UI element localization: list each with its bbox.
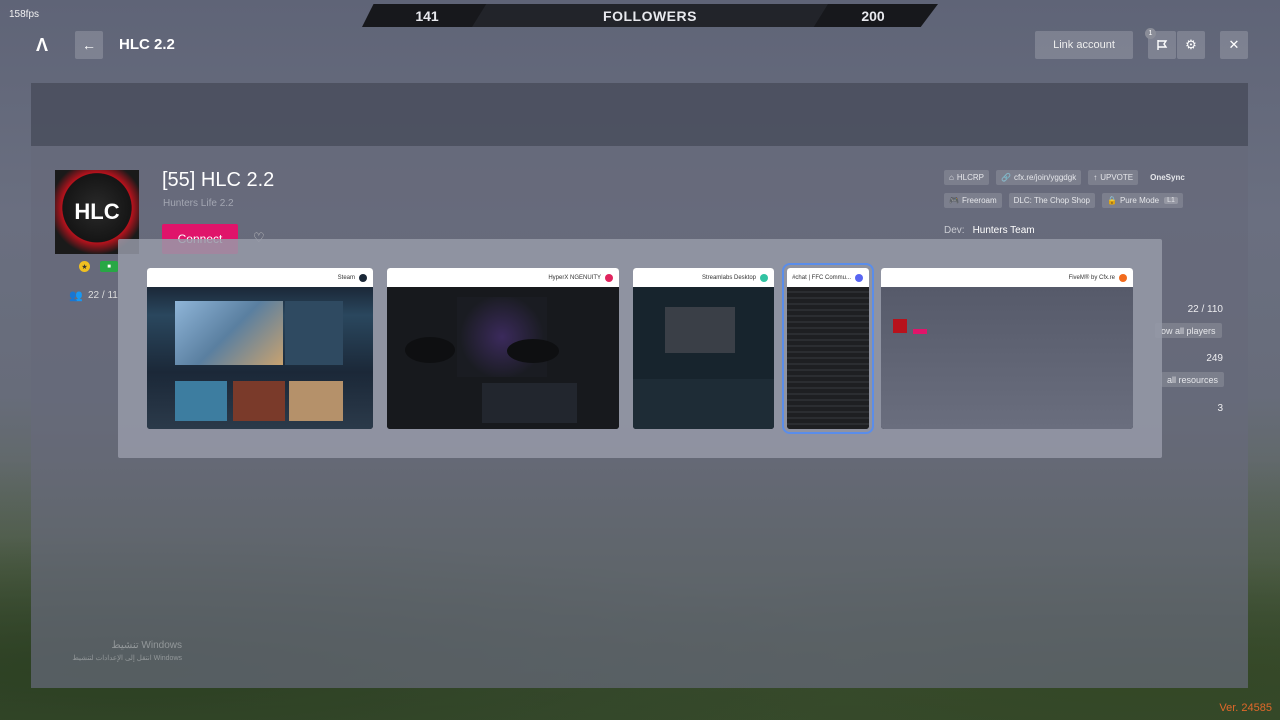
- lock-icon: 🔒: [1107, 196, 1117, 205]
- hyperx-thumbnail: [387, 287, 619, 429]
- switcher-window-discord[interactable]: #chat | FFC Commu...: [782, 263, 874, 434]
- steam-icon: [359, 273, 367, 282]
- followers-current: 141: [415, 7, 439, 24]
- fivem-logo[interactable]: Λ: [36, 36, 54, 54]
- server-name: [55] HLC 2.2: [162, 169, 275, 191]
- server-tags: ⌂ HLCRP 🔗 cfx.re/join/yggdgk ↑ UPVOTE On…: [944, 170, 1234, 208]
- players-stat: 22 / 110: [1187, 304, 1223, 315]
- tag-pure-mode: 🔒 Pure Mode L1: [1102, 193, 1183, 208]
- steam-thumbnail: [147, 287, 373, 429]
- build-version: Ver. 24585: [1219, 702, 1272, 714]
- settings-button[interactable]: ⚙: [1177, 31, 1205, 59]
- followers-goal: 200: [861, 7, 885, 24]
- status-badge: ■: [100, 261, 118, 272]
- fivem-thumbnail: [881, 287, 1133, 429]
- hyperx-icon: [605, 273, 613, 282]
- tag-hlcrp[interactable]: ⌂ HLCRP: [944, 170, 989, 185]
- arrow-left-icon: ←: [82, 37, 96, 53]
- show-all-resources-button[interactable]: all resources: [1161, 372, 1225, 387]
- followers-label: FOLLOWERS: [472, 4, 828, 27]
- arrow-up-icon: ↑: [1093, 173, 1098, 182]
- developer-info: Dev: Hunters Team: [944, 225, 1035, 236]
- tag-join-link[interactable]: 🔗 cfx.re/join/yggdgk: [995, 170, 1082, 185]
- back-button[interactable]: ←: [75, 31, 103, 59]
- close-icon: ✕: [1228, 37, 1240, 52]
- server-subtitle: Hunters Life 2.2: [163, 198, 234, 209]
- premium-badge-icon: ★: [79, 261, 90, 272]
- link-account-button[interactable]: Link account: [1035, 31, 1133, 59]
- show-all-players-button[interactable]: ow all players: [1155, 323, 1222, 338]
- flag-icon: [1157, 40, 1168, 50]
- server-banner: [31, 83, 1248, 146]
- resources-stat: 249: [1206, 353, 1223, 364]
- switcher-window-hyperx[interactable]: HyperX NGENUITY: [387, 268, 619, 429]
- streamlabs-thumbnail: [633, 287, 774, 429]
- followers-banner: 141 FOLLOWERS 200: [362, 4, 938, 27]
- discord-icon: [855, 273, 863, 282]
- gamepad-icon: 🎮: [949, 196, 959, 205]
- pure-mode-level: L1: [1164, 197, 1178, 204]
- developer-name: Hunters Team: [972, 225, 1035, 236]
- home-icon: ⌂: [949, 173, 954, 182]
- link-icon: 🔗: [1000, 173, 1011, 182]
- third-stat: 3: [1217, 403, 1223, 414]
- switcher-window-steam[interactable]: Steam: [147, 268, 373, 429]
- players-count-partial: 22 / 11: [88, 290, 118, 301]
- gear-icon: ⚙: [1185, 37, 1197, 52]
- upvote-button[interactable]: ↑ UPVOTE: [1088, 170, 1139, 185]
- switcher-window-fivem[interactable]: FiveM® by Cfx.re: [881, 268, 1133, 429]
- players-icon: 👥: [69, 290, 83, 302]
- close-button[interactable]: ✕: [1220, 31, 1248, 59]
- streamlabs-icon: [760, 273, 768, 282]
- page-title: HLC 2.2: [119, 36, 175, 53]
- tag-onesync: OneSync: [1150, 173, 1185, 182]
- fivem-icon: [1119, 273, 1127, 282]
- fps-counter: 158fps: [9, 9, 40, 20]
- windows-activation-watermark: تنشيط Windows انتقل إلى الإعدادات لتنشيط…: [72, 640, 182, 662]
- switcher-window-streamlabs[interactable]: Streamlabs Desktop: [633, 268, 774, 429]
- notification-count-badge: 1: [1145, 28, 1156, 39]
- tag-dlc: DLC: The Chop Shop: [1008, 193, 1095, 208]
- discord-thumbnail: [787, 287, 869, 429]
- server-logo-text: HLC: [74, 199, 120, 224]
- tag-freeroam: 🎮 Freeroam: [944, 193, 1002, 208]
